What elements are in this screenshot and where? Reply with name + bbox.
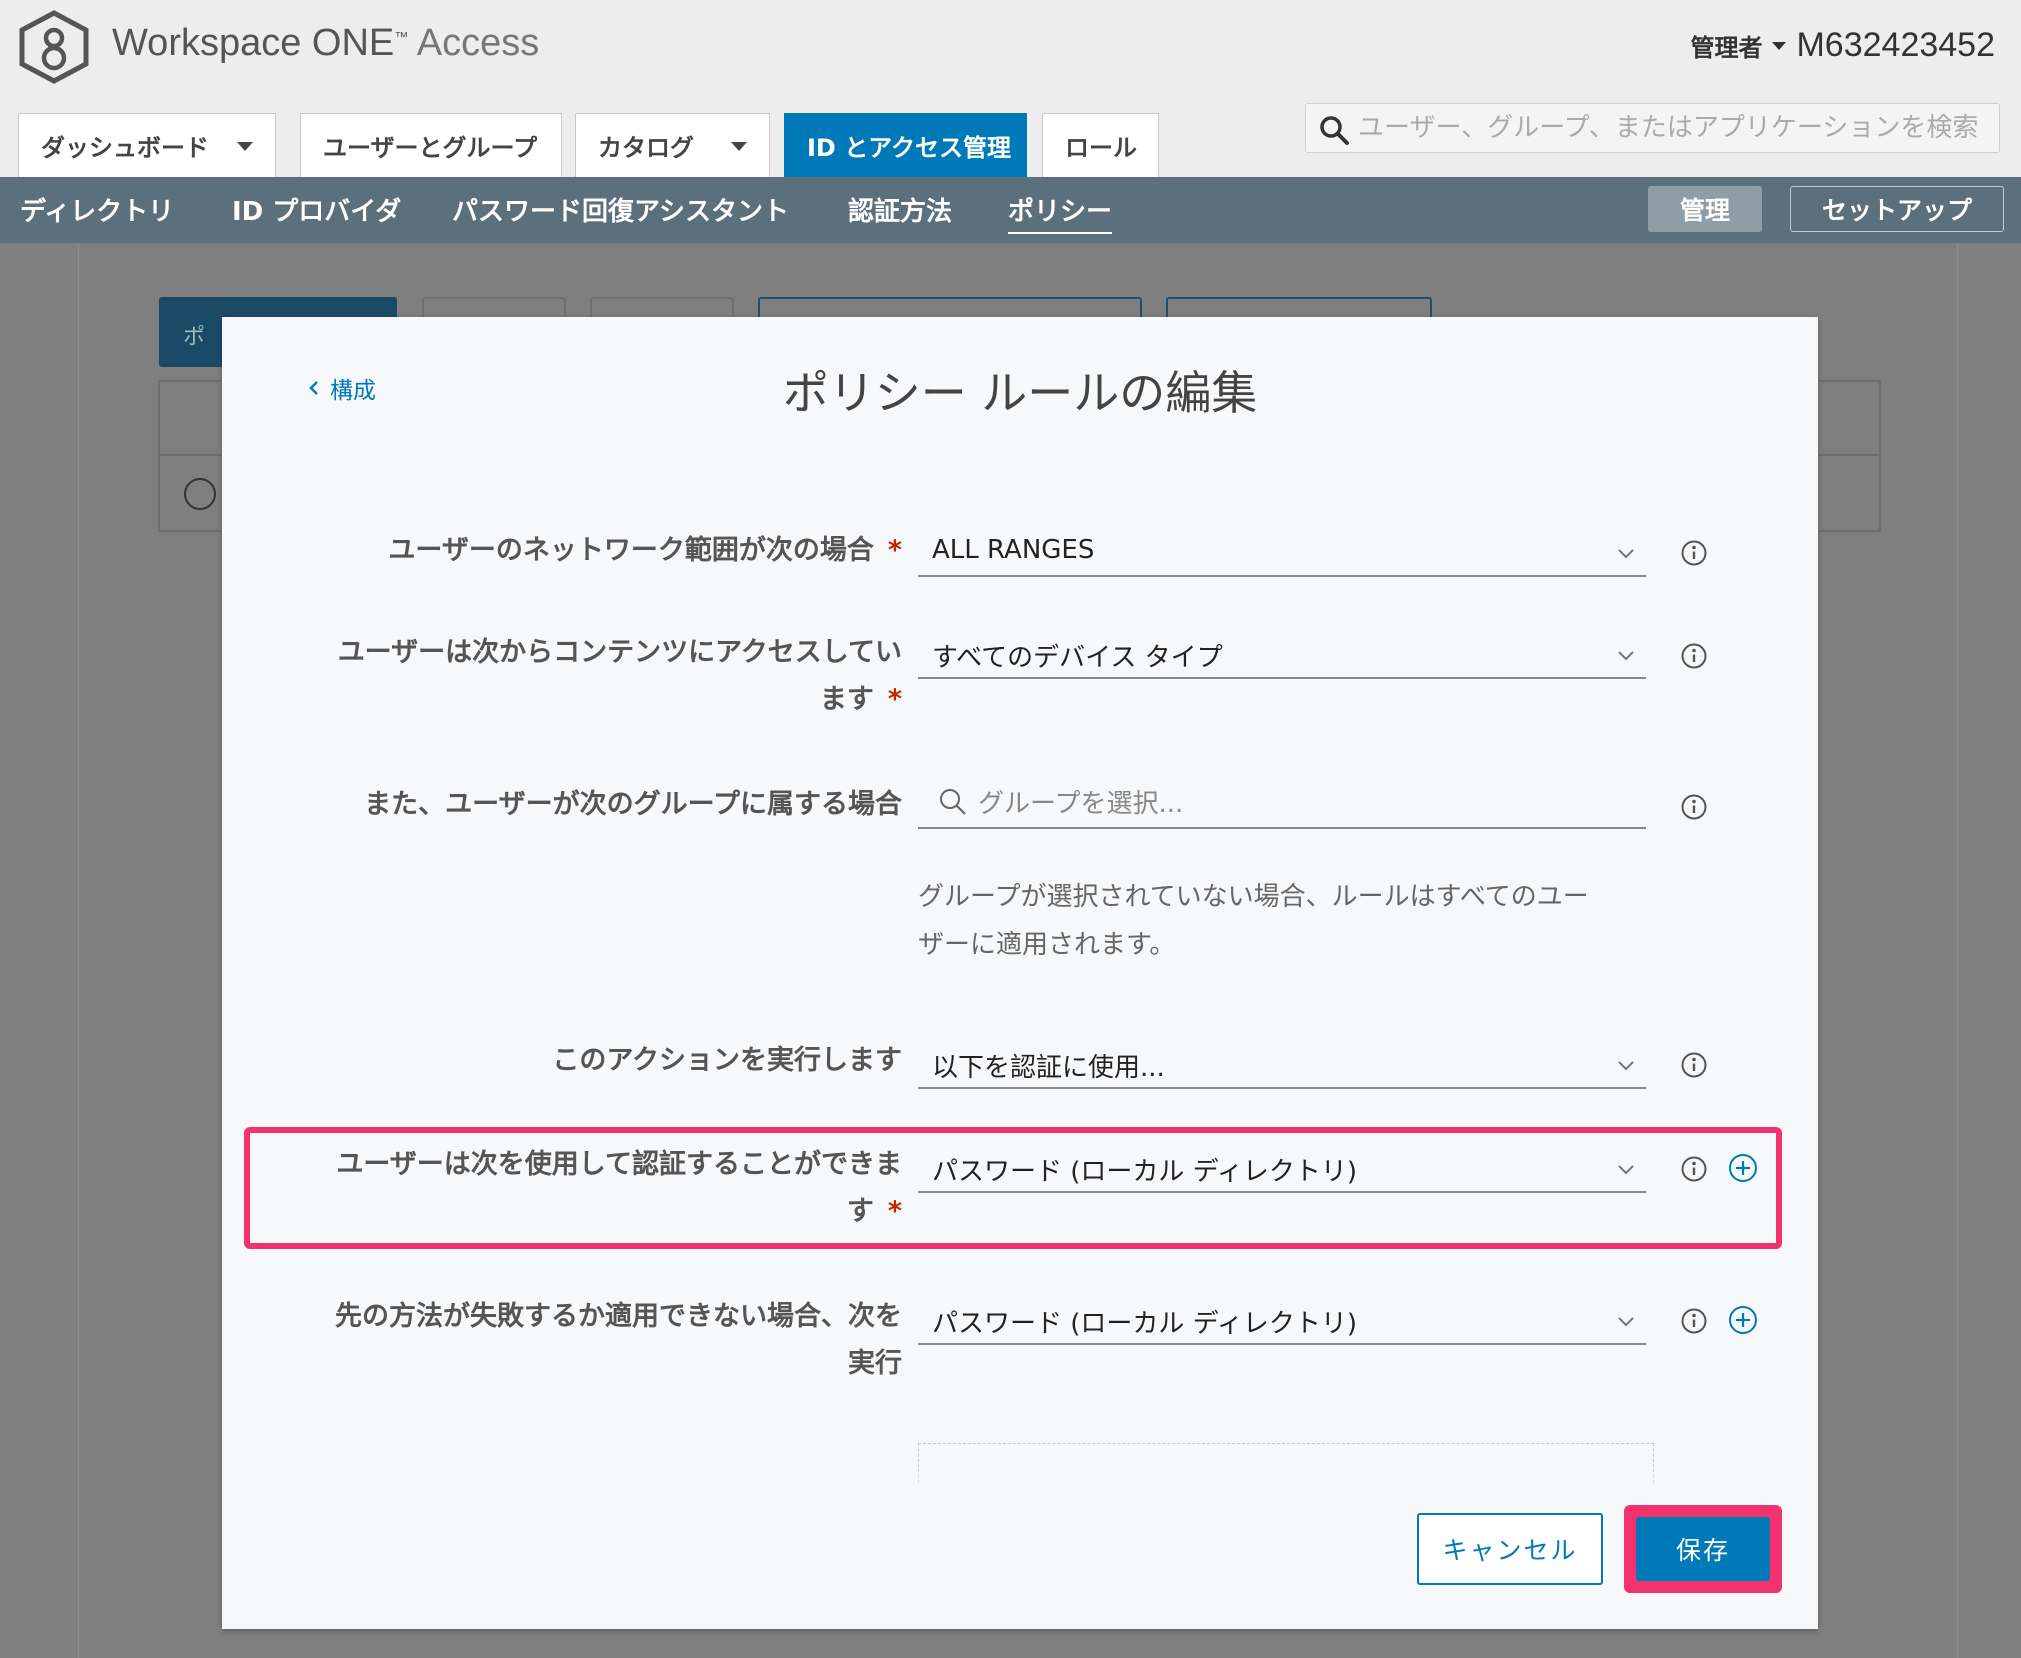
group-search-input[interactable] xyxy=(978,783,1628,825)
edit-policy-rule-modal: 構成 ポリシー ルールの編集 ユーザーのネットワーク範囲が次の場合 * ALL R… xyxy=(222,317,1818,1629)
auth-method-select[interactable]: パスワード (ローカル ディレクトリ) xyxy=(918,1147,1646,1193)
logo-icon[interactable] xyxy=(18,10,90,84)
tab-dashboard[interactable]: ダッシュボード xyxy=(18,113,276,177)
user-menu[interactable]: 管理者 M632423452 xyxy=(1690,26,1995,65)
cancel-button[interactable]: キャンセル xyxy=(1417,1513,1603,1585)
setup-button[interactable]: セットアップ xyxy=(1790,186,2004,232)
action-label: このアクションを実行します xyxy=(552,1045,902,1076)
group-label: また、ユーザーが次のグループに属する場合 xyxy=(364,789,902,820)
subnav-id-provider[interactable]: ID プロバイダ xyxy=(232,191,401,228)
tab-users-groups[interactable]: ユーザーとグループ xyxy=(300,113,562,177)
subnav-directory[interactable]: ディレクトリ xyxy=(20,191,174,228)
plus-icon[interactable] xyxy=(1728,1305,1758,1335)
chevron-down-icon xyxy=(1618,1317,1634,1327)
chevron-down-icon xyxy=(1618,651,1634,661)
network-range-label: ユーザーのネットワーク範囲が次の場合 * xyxy=(388,535,902,566)
group-helper-text: グループが選択されていない場合、ルールはすべてのユー ザーに適用されます。 xyxy=(918,882,1589,960)
info-icon[interactable] xyxy=(1680,539,1708,567)
network-range-select[interactable]: ALL RANGES xyxy=(918,531,1646,577)
caret-down-icon xyxy=(731,142,747,151)
plus-icon[interactable] xyxy=(1728,1153,1758,1183)
info-icon[interactable] xyxy=(1680,1051,1708,1079)
caret-down-icon[interactable] xyxy=(1772,41,1787,50)
caret-down-icon xyxy=(237,142,253,151)
search-icon xyxy=(940,789,966,815)
user-id: M632423452 xyxy=(1796,26,1995,64)
fallback-method-select[interactable]: パスワード (ローカル ディレクトリ) xyxy=(918,1299,1646,1345)
group-search-field[interactable] xyxy=(918,783,1646,829)
chevron-down-icon xyxy=(1618,1165,1634,1175)
modal-title: ポリシー ルールの編集 xyxy=(782,366,1258,420)
chevron-down-icon xyxy=(1618,1061,1634,1071)
chevron-down-icon xyxy=(1618,549,1634,559)
device-type-select[interactable]: すべてのデバイス タイプ xyxy=(918,633,1646,679)
app-title: Workspace ONE™ Access xyxy=(112,22,540,64)
tab-identity-access[interactable]: ID とアクセス管理 xyxy=(784,113,1027,177)
subnav-auth-methods[interactable]: 認証方法 xyxy=(848,191,952,228)
save-button[interactable]: 保存 xyxy=(1636,1517,1770,1581)
scroll-fade xyxy=(222,1467,1818,1497)
fallback-method-label: 先の方法が失敗するか適用できない場合、次を 実行 xyxy=(335,1301,902,1379)
info-icon[interactable] xyxy=(1680,1155,1708,1183)
subnav-password-recovery[interactable]: パスワード回復アシスタント xyxy=(452,191,789,228)
app-header: Workspace ONE™ Access 管理者 M632423452 ダッシ… xyxy=(0,0,2021,177)
background-radio xyxy=(184,478,216,510)
subnav-policies[interactable]: ポリシー xyxy=(1008,191,1113,234)
sub-navigation: ディレクトリ ID プロバイダ パスワード回復アシスタント 認証方法 ポリシー … xyxy=(0,177,2021,243)
manage-button[interactable]: 管理 xyxy=(1648,186,1762,232)
global-search[interactable] xyxy=(1305,103,2000,153)
global-search-input[interactable] xyxy=(1358,104,1988,152)
user-role[interactable]: 管理者 xyxy=(1690,28,1762,63)
info-icon[interactable] xyxy=(1680,793,1708,821)
tab-catalog[interactable]: カタログ xyxy=(575,113,770,177)
device-type-label: ユーザーは次からコンテンツにアクセスしてい ます * xyxy=(337,637,902,715)
info-icon[interactable] xyxy=(1680,1307,1708,1335)
tab-roles[interactable]: ロール xyxy=(1042,113,1159,177)
auth-method-label: ユーザーは次を使用して認証することができま す * xyxy=(336,1149,902,1227)
info-icon[interactable] xyxy=(1680,642,1708,670)
action-select[interactable]: 以下を認証に使用... xyxy=(918,1043,1646,1089)
search-icon xyxy=(1320,116,1349,145)
